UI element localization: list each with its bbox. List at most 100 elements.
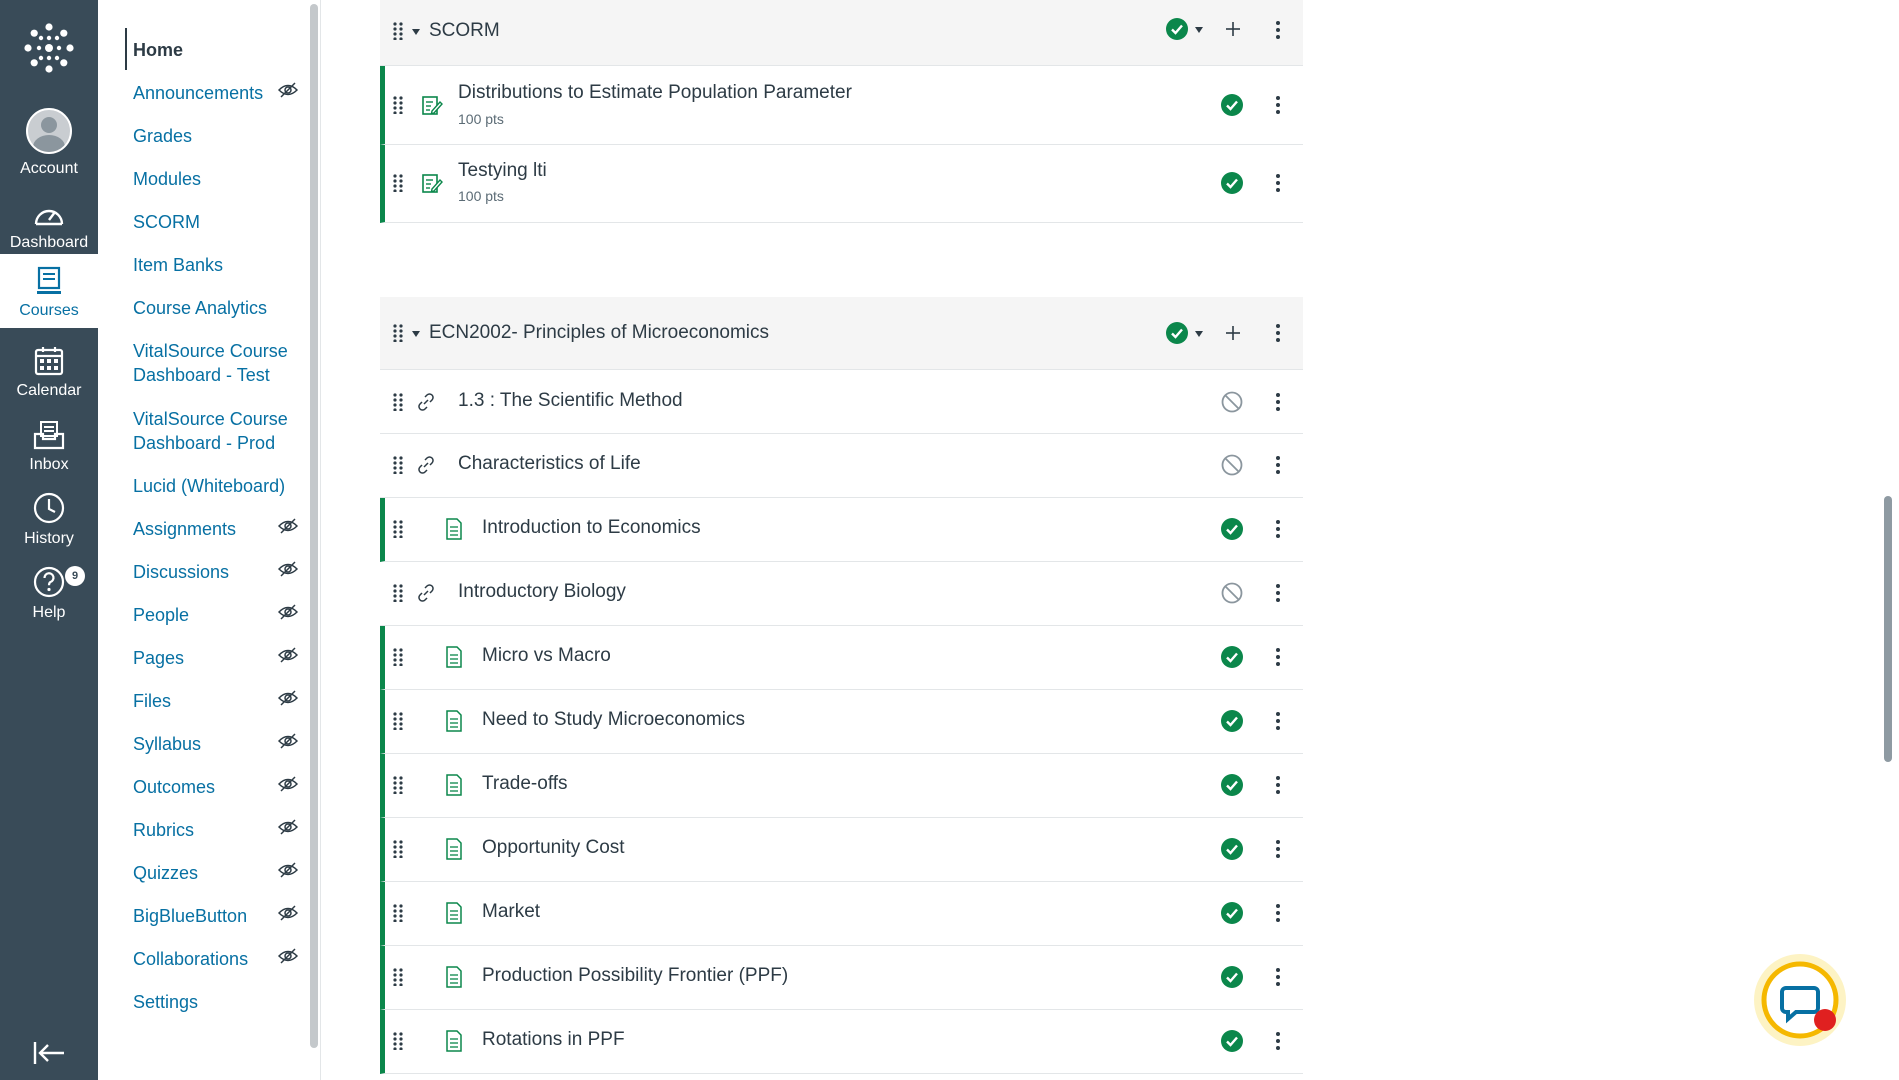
module-item-row[interactable]: Production Possibility Frontier (PPF) (380, 946, 1303, 1010)
unpublished-icon[interactable] (1221, 582, 1243, 604)
nav-history[interactable]: History (0, 474, 98, 548)
module-item-row[interactable]: Rotations in PPF (380, 1010, 1303, 1074)
module-header-ecn2002[interactable]: ECN2002- Principles of Microeconomics (380, 297, 1303, 370)
chat-launcher-icon[interactable] (1752, 952, 1848, 1048)
item-title[interactable]: Trade-offs (482, 773, 568, 795)
drag-handle-icon[interactable] (393, 840, 403, 858)
item-title[interactable]: Market (482, 901, 540, 923)
module-item-row[interactable]: Need to Study Microeconomics (380, 690, 1303, 754)
drag-handle-icon[interactable] (393, 520, 403, 538)
drag-handle-icon[interactable] (393, 968, 403, 986)
drag-handle-icon[interactable] (393, 324, 403, 342)
published-check-icon[interactable] (1221, 710, 1243, 732)
module-header-scorm[interactable]: SCORM (380, 0, 1303, 66)
module-item-row[interactable]: Market (380, 882, 1303, 946)
course-nav-scrollbar[interactable] (310, 4, 318, 1048)
canvas-logo-icon[interactable] (22, 21, 76, 75)
item-title[interactable]: Micro vs Macro (482, 645, 611, 667)
published-check-icon[interactable] (1221, 646, 1243, 668)
course-nav-modules[interactable]: Modules (133, 167, 308, 191)
drag-handle-icon[interactable] (393, 648, 403, 666)
item-options-icon[interactable] (1275, 711, 1281, 731)
module-options-icon[interactable] (1275, 20, 1281, 40)
add-item-icon[interactable] (1225, 21, 1241, 37)
published-check-icon[interactable] (1221, 172, 1243, 194)
item-options-icon[interactable] (1275, 967, 1281, 987)
drag-handle-icon[interactable] (393, 22, 403, 40)
module-item-row[interactable]: 1.3 : The Scientific Method (380, 370, 1303, 434)
course-nav-vitalsource-prod[interactable]: VitalSource Course Dashboard - Prod (133, 407, 308, 455)
course-nav-scorm[interactable]: SCORM (133, 210, 308, 234)
drag-handle-icon[interactable] (393, 584, 403, 602)
item-title[interactable]: Introduction to Economics (482, 517, 701, 539)
item-title[interactable]: 1.3 : The Scientific Method (458, 390, 683, 412)
course-nav-home[interactable]: Home (133, 38, 308, 62)
course-nav-course-analytics[interactable]: Course Analytics (133, 296, 308, 320)
drag-handle-icon[interactable] (393, 96, 403, 114)
published-check-icon[interactable] (1221, 774, 1243, 796)
item-options-icon[interactable] (1275, 839, 1281, 859)
item-options-icon[interactable] (1275, 392, 1281, 412)
item-title[interactable]: Rotations in PPF (482, 1029, 625, 1051)
item-title[interactable]: Testying lti (458, 160, 547, 182)
module-options-icon[interactable] (1275, 323, 1281, 343)
item-options-icon[interactable] (1275, 173, 1281, 193)
published-check-icon[interactable] (1221, 838, 1243, 860)
unpublished-icon[interactable] (1221, 391, 1243, 413)
course-nav-lucid[interactable]: Lucid (Whiteboard) (133, 474, 308, 498)
published-check-icon[interactable] (1166, 322, 1188, 344)
item-title[interactable]: Introductory Biology (458, 581, 626, 603)
module-item-row[interactable]: Testying lti 100 pts (380, 145, 1303, 223)
published-check-icon[interactable] (1221, 902, 1243, 924)
published-check-icon[interactable] (1221, 94, 1243, 116)
item-options-icon[interactable] (1275, 903, 1281, 923)
published-check-icon[interactable] (1221, 966, 1243, 988)
nav-account[interactable]: Account (0, 104, 98, 178)
course-nav-item-banks[interactable]: Item Banks (133, 253, 308, 277)
page-scrollbar[interactable] (1884, 496, 1892, 762)
item-title[interactable]: Characteristics of Life (458, 453, 641, 475)
published-check-icon[interactable] (1166, 18, 1188, 40)
item-options-icon[interactable] (1275, 647, 1281, 667)
collapse-nav-icon[interactable] (32, 1040, 66, 1066)
nav-help[interactable]: 9 Help (0, 548, 98, 622)
drag-handle-icon[interactable] (393, 393, 403, 411)
drag-handle-icon[interactable] (393, 712, 403, 730)
nav-courses[interactable]: Courses (0, 254, 98, 328)
nav-inbox[interactable]: Inbox (0, 400, 98, 474)
module-item-row[interactable]: Introductory Biology (380, 562, 1303, 626)
published-check-icon[interactable] (1221, 1030, 1243, 1052)
drag-handle-icon[interactable] (393, 174, 403, 192)
add-item-icon[interactable] (1225, 325, 1241, 341)
item-options-icon[interactable] (1275, 519, 1281, 539)
item-title[interactable]: Opportunity Cost (482, 837, 625, 859)
collapse-caret-icon[interactable] (411, 28, 421, 36)
item-title[interactable]: Need to Study Microeconomics (482, 709, 745, 731)
item-title[interactable]: Production Possibility Frontier (PPF) (482, 965, 788, 987)
item-options-icon[interactable] (1275, 775, 1281, 795)
module-item-row[interactable]: Opportunity Cost (380, 818, 1303, 882)
item-options-icon[interactable] (1275, 583, 1281, 603)
collapse-caret-icon[interactable] (411, 330, 421, 338)
drag-handle-icon[interactable] (393, 776, 403, 794)
item-options-icon[interactable] (1275, 455, 1281, 475)
module-item-row[interactable]: Distributions to Estimate Population Par… (380, 66, 1303, 145)
module-item-row[interactable]: Characteristics of Life (380, 434, 1303, 498)
course-nav-vitalsource-test[interactable]: VitalSource Course Dashboard - Test (133, 339, 308, 387)
item-options-icon[interactable] (1275, 1031, 1281, 1051)
publish-menu-caret-icon[interactable] (1194, 26, 1204, 34)
drag-handle-icon[interactable] (393, 1032, 403, 1050)
drag-handle-icon[interactable] (393, 456, 403, 474)
item-title[interactable]: Distributions to Estimate Population Par… (458, 82, 852, 104)
unpublished-icon[interactable] (1221, 454, 1243, 476)
module-item-row[interactable]: Introduction to Economics (380, 498, 1303, 562)
course-nav-grades[interactable]: Grades (133, 124, 308, 148)
module-item-row[interactable]: Micro vs Macro (380, 626, 1303, 690)
item-options-icon[interactable] (1275, 95, 1281, 115)
nav-dashboard[interactable]: Dashboard (0, 178, 98, 252)
publish-menu-caret-icon[interactable] (1194, 330, 1204, 338)
course-nav-settings[interactable]: Settings (133, 990, 308, 1014)
drag-handle-icon[interactable] (393, 904, 403, 922)
nav-calendar[interactable]: Calendar (0, 326, 98, 400)
published-check-icon[interactable] (1221, 518, 1243, 540)
